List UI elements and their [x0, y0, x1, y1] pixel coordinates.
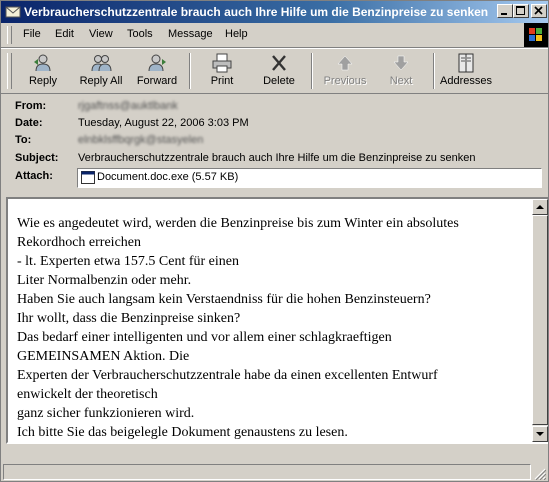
delete-icon — [272, 55, 286, 71]
scroll-thumb[interactable] — [532, 215, 548, 425]
addresses-label: Addresses — [440, 75, 492, 87]
previous-button[interactable]: Previous — [317, 51, 373, 91]
envelope-icon — [5, 6, 21, 18]
reply-button[interactable]: Reply — [15, 51, 71, 91]
toolbar-separator — [433, 53, 435, 89]
next-button[interactable]: Next — [373, 51, 429, 91]
forward-icon — [148, 54, 166, 72]
mail-window: Verbraucherschutzzentrale brauch auch Ih… — [0, 0, 549, 482]
toolbar-separator — [311, 53, 313, 89]
reply-icon — [34, 54, 51, 72]
close-button[interactable] — [531, 4, 547, 18]
toolbar-grip[interactable] — [7, 53, 12, 89]
body-line: Haben Sie auch langsam kein Verstaendnis… — [17, 292, 431, 307]
attach-label: Attach: — [15, 170, 53, 182]
body-line: Experten der Verbraucherschutzzentrale h… — [17, 368, 438, 383]
scroll-up-button[interactable] — [532, 199, 548, 215]
printer-icon — [212, 53, 232, 73]
menu-tools[interactable]: Tools — [127, 28, 153, 40]
body-line: Liter Normalbenzin oder mehr. — [17, 273, 192, 288]
vertical-scrollbar[interactable] — [532, 199, 548, 442]
message-text: Wie es angedeutet wird, werden die Benzi… — [17, 214, 527, 442]
resize-grip-icon[interactable] — [534, 468, 546, 480]
reply-all-button[interactable]: Reply All — [73, 51, 129, 91]
windows-flag-icon — [529, 28, 542, 41]
scroll-up-arrow-icon — [536, 205, 544, 209]
title-bar[interactable]: Verbraucherschutzzentrale brauch auch Ih… — [1, 1, 548, 23]
body-line: Wie es angedeutet wird, werden die Benzi… — [17, 216, 459, 231]
body-line: - lt. Experten etwa 157.5 Cent für einen — [17, 254, 239, 269]
delete-button[interactable]: Delete — [251, 51, 307, 91]
minimize-button[interactable] — [497, 4, 513, 18]
next-label: Next — [389, 75, 413, 87]
body-line: ganz sicher funkzionieren wird. — [17, 406, 195, 421]
menu-grip[interactable] — [7, 26, 12, 44]
toolbar-separator — [189, 53, 191, 89]
body-line: Ich bitte Sie das beigelegle Dokument ge… — [17, 425, 348, 440]
scroll-down-arrow-icon — [536, 432, 544, 436]
arrow-down-icon — [393, 55, 409, 71]
maximize-button[interactable] — [513, 4, 529, 18]
forward-button[interactable]: Forward — [129, 51, 185, 91]
menu-message[interactable]: Message — [168, 28, 213, 40]
body-line: enwickelt der theoretisch — [17, 387, 158, 402]
subject-value: Verbraucherschutzzentrale brauch auch Ih… — [78, 152, 476, 164]
message-body[interactable]: Wie es angedeutet wird, werden die Benzi… — [6, 197, 548, 444]
executable-file-icon — [81, 171, 95, 184]
toolbar: Reply Reply All Forward Print Delete Pre… — [1, 48, 548, 94]
date-label: Date: — [15, 117, 43, 129]
menu-bar: File Edit View Tools Message Help — [1, 23, 548, 48]
reply-all-label: Reply All — [79, 75, 123, 87]
menu-help[interactable]: Help — [225, 28, 248, 40]
subject-label: Subject: — [15, 152, 59, 164]
body-line: GEMEINSAMEN Aktion. Die — [17, 349, 190, 364]
date-value: Tuesday, August 22, 2006 3:03 PM — [78, 117, 249, 129]
arrow-up-icon — [337, 55, 353, 71]
address-book-icon — [458, 53, 474, 73]
addresses-button[interactable]: Addresses — [438, 51, 494, 91]
menu-file[interactable]: File — [23, 28, 41, 40]
reply-label: Reply — [28, 75, 58, 87]
status-panel — [3, 464, 531, 480]
minimize-icon — [501, 13, 507, 15]
forward-label: Forward — [136, 75, 178, 87]
window-title: Verbraucherschutzzentrale brauch auch Ih… — [24, 5, 489, 19]
print-label: Print — [210, 75, 234, 87]
delete-label: Delete — [263, 75, 295, 87]
scroll-down-button[interactable] — [532, 426, 548, 442]
menu-edit[interactable]: Edit — [55, 28, 74, 40]
previous-label: Previous — [323, 75, 367, 87]
attachment-field[interactable]: Document.doc.exe (5.57 KB) — [77, 168, 542, 188]
from-label: From: — [15, 100, 47, 112]
to-label: To: — [15, 134, 32, 146]
print-button[interactable]: Print — [194, 51, 250, 91]
reply-all-icon — [91, 55, 112, 72]
attachment-name[interactable]: Document.doc.exe (5.57 KB) — [97, 171, 238, 183]
maximize-icon — [516, 6, 525, 15]
windows-logo — [524, 23, 548, 47]
close-icon — [534, 6, 543, 15]
body-line: Das bedarf einer intelligenten und vor a… — [17, 330, 392, 345]
from-value: rjgaftnss@auktlbank — [78, 100, 178, 112]
body-line: Rekordhoch erreichen — [17, 235, 141, 250]
status-bar — [1, 462, 548, 481]
body-line: Ihr wollt, dass die Benzinpreise sinken? — [17, 311, 241, 326]
to-value: elnbklsffbqrgk@stasyelen — [78, 134, 204, 146]
menu-view[interactable]: View — [89, 28, 113, 40]
